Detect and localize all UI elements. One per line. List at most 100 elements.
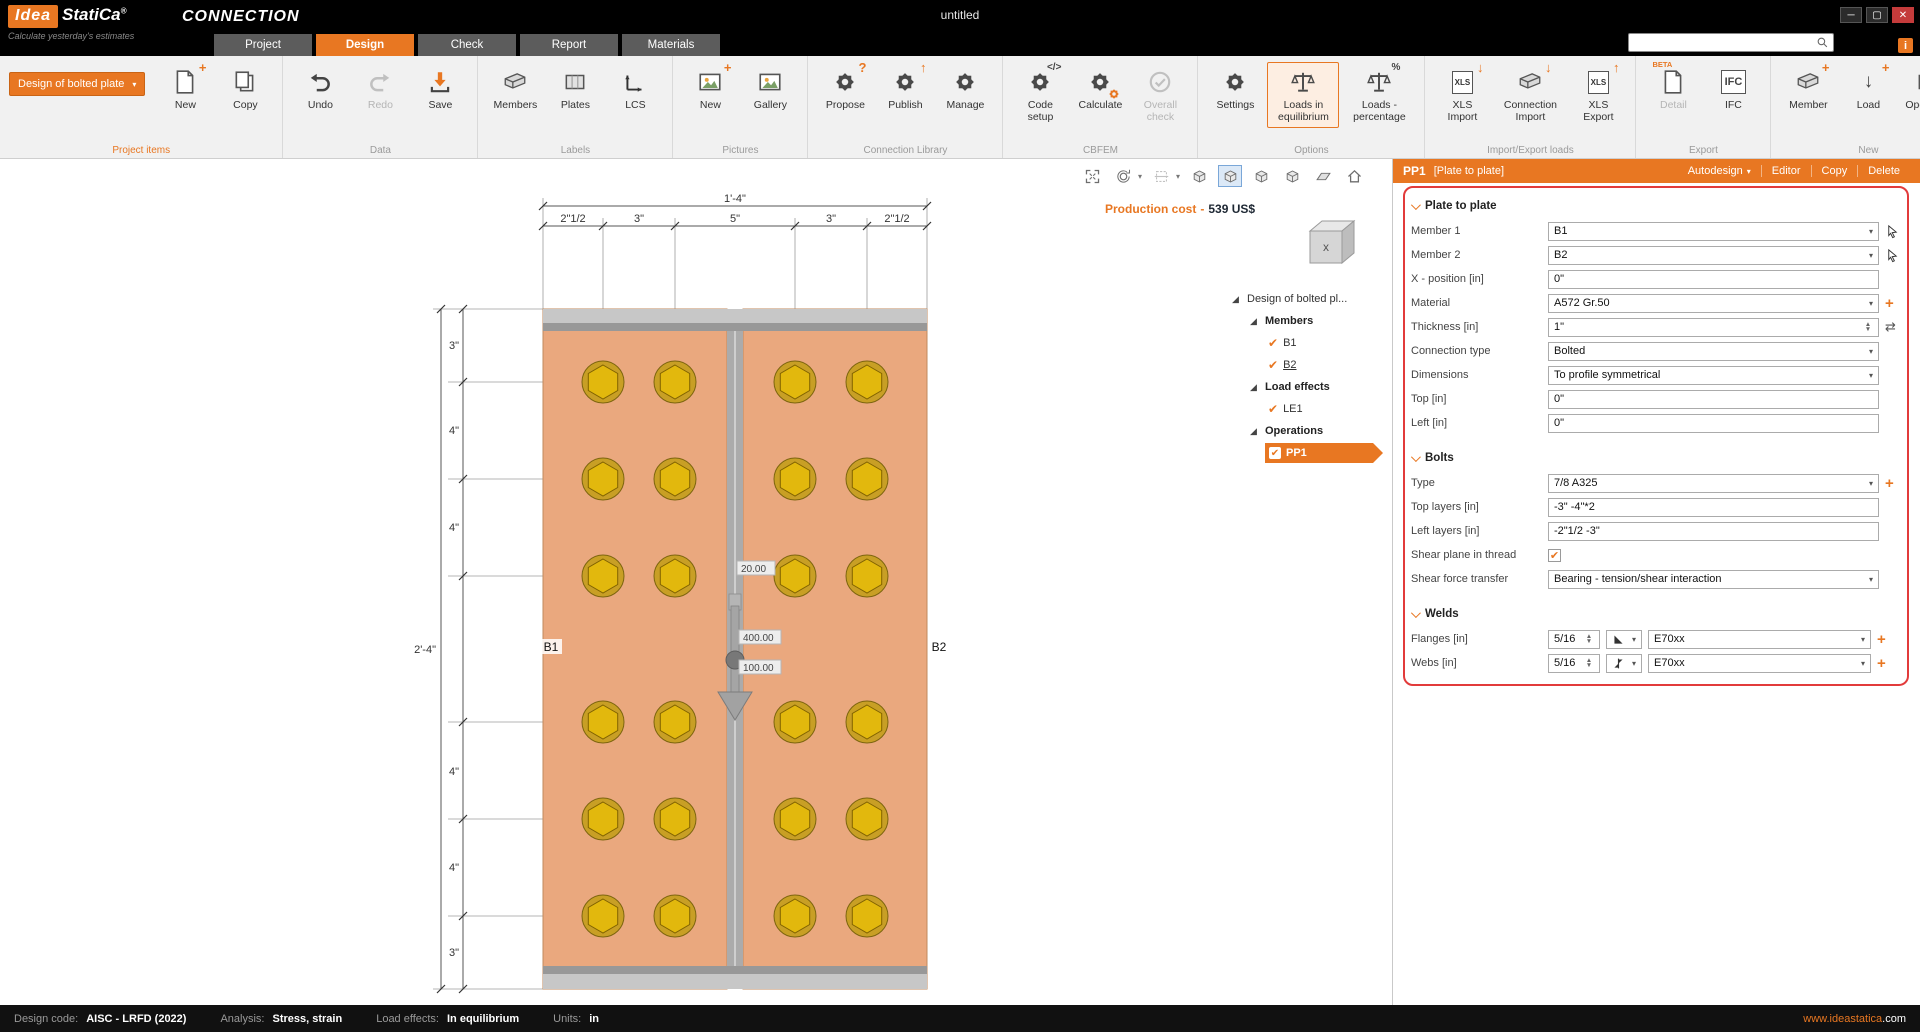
orbit-button[interactable] bbox=[1111, 165, 1135, 187]
flanges-weld-size-stepper[interactable]: 5/16 ▲▼ bbox=[1548, 630, 1600, 649]
tab-check[interactable]: Check bbox=[418, 34, 516, 56]
bolt[interactable] bbox=[582, 555, 624, 597]
loads-in-equilibrium-toggle[interactable]: Loads in equilibrium bbox=[1267, 62, 1339, 128]
check-icon[interactable]: ✔ bbox=[1268, 402, 1278, 416]
plate-right[interactable] bbox=[743, 309, 927, 989]
plate-left[interactable] bbox=[543, 309, 727, 989]
shear-plane-checkbox[interactable]: ✔ bbox=[1548, 549, 1561, 562]
add-weld-material-icon[interactable]: + bbox=[1877, 656, 1886, 671]
bolt[interactable] bbox=[774, 458, 816, 500]
bolt[interactable] bbox=[654, 361, 696, 403]
webs-weld-type-select[interactable]: ▾ bbox=[1606, 654, 1642, 673]
tab-materials[interactable]: Materials bbox=[622, 34, 720, 56]
connection-drawing[interactable]: 1'-4" 2"1/2 3" 5" 3" 2"1/2 2'-4" 3" 4" 4… bbox=[400, 190, 960, 995]
bolt[interactable] bbox=[582, 701, 624, 743]
loads-percentage-toggle[interactable]: % Loads - percentage bbox=[1343, 62, 1415, 128]
delete-operation-button[interactable]: Delete bbox=[1857, 165, 1910, 177]
bolt[interactable] bbox=[654, 895, 696, 937]
thickness-stepper[interactable]: 1" ▲▼ bbox=[1548, 318, 1879, 337]
expander-icon[interactable]: ◢ bbox=[1232, 294, 1242, 305]
new-operation-button[interactable]: + Operation bbox=[1900, 62, 1920, 117]
zoom-fit-button[interactable] bbox=[1080, 165, 1104, 187]
bolt[interactable] bbox=[654, 798, 696, 840]
add-weld-material-icon[interactable]: + bbox=[1877, 632, 1886, 647]
x-position-input[interactable]: 0" bbox=[1548, 270, 1879, 289]
new-load-button[interactable]: ↓+ Load bbox=[1840, 62, 1896, 117]
add-bolt-assembly-icon[interactable]: + bbox=[1885, 476, 1894, 491]
tree-item-b1[interactable]: ✔ B1 bbox=[1232, 332, 1390, 354]
shear-force-select[interactable]: Bearing - tension/shear interaction▾ bbox=[1548, 570, 1879, 589]
help-button[interactable]: i bbox=[1898, 38, 1913, 53]
calculate-button[interactable]: Calculate bbox=[1072, 62, 1128, 117]
bolt[interactable] bbox=[582, 361, 624, 403]
close-button[interactable]: ✕ bbox=[1892, 7, 1914, 23]
chevron-down-icon[interactable]: ▾ bbox=[1138, 172, 1142, 181]
bolt[interactable] bbox=[846, 458, 888, 500]
labels-members-button[interactable]: Members bbox=[487, 62, 543, 117]
expander-icon[interactable]: ◢ bbox=[1250, 316, 1260, 327]
tree-item-pp1[interactable]: ✔ PP1 bbox=[1232, 442, 1390, 464]
expander-icon[interactable]: ◢ bbox=[1250, 382, 1260, 393]
swap-thickness-icon[interactable]: ⇄ bbox=[1885, 319, 1896, 335]
website-link[interactable]: www.ideastatica.com bbox=[1803, 1013, 1906, 1025]
scheme-dropdown-button[interactable]: Design of bolted plate▾ bbox=[9, 72, 145, 96]
publish-button[interactable]: ↑ Publish bbox=[877, 62, 933, 117]
new-member-button[interactable]: + Member bbox=[1780, 62, 1836, 117]
settings-button[interactable]: Settings bbox=[1207, 62, 1263, 117]
home-view-button[interactable] bbox=[1342, 165, 1366, 187]
expander-icon[interactable]: ◢ bbox=[1250, 426, 1260, 437]
member2-select[interactable]: B2▾ bbox=[1548, 246, 1879, 265]
manage-button[interactable]: Manage bbox=[937, 62, 993, 117]
dimensions-select[interactable]: To profile symmetrical▾ bbox=[1548, 366, 1879, 385]
tree-group-operations[interactable]: ◢ Operations bbox=[1232, 420, 1390, 442]
ifc-export-button[interactable]: IFC IFC bbox=[1705, 62, 1761, 117]
webs-electrode-select[interactable]: E70xx▾ bbox=[1648, 654, 1871, 673]
editor-button[interactable]: Editor bbox=[1761, 165, 1811, 177]
webs-weld-size-stepper[interactable]: 5/16 ▲▼ bbox=[1548, 654, 1600, 673]
labels-lcs-button[interactable]: LCS bbox=[607, 62, 663, 117]
left-input[interactable]: 0" bbox=[1548, 414, 1879, 433]
section-welds[interactable]: Welds bbox=[1411, 605, 1459, 623]
stepper-arrows[interactable]: ▲▼ bbox=[1584, 658, 1594, 668]
autodesign-button[interactable]: Autodesign▾ bbox=[1678, 165, 1761, 177]
tree-root[interactable]: ◢ Design of bolted pl... bbox=[1232, 288, 1390, 310]
check-icon[interactable]: ✔ bbox=[1268, 336, 1278, 350]
propose-button[interactable]: ? Propose bbox=[817, 62, 873, 117]
bolt[interactable] bbox=[846, 555, 888, 597]
picture-new-button[interactable]: + New bbox=[682, 62, 738, 117]
section-bolts[interactable]: Bolts bbox=[1411, 449, 1454, 467]
section-plate-to-plate[interactable]: Plate to plate bbox=[1411, 197, 1497, 215]
bolt[interactable] bbox=[846, 798, 888, 840]
search-box[interactable] bbox=[1628, 33, 1834, 52]
member1-select[interactable]: B1▾ bbox=[1548, 222, 1879, 241]
bolt[interactable] bbox=[774, 361, 816, 403]
check-icon[interactable]: ✔ bbox=[1269, 447, 1281, 459]
bolt[interactable] bbox=[846, 895, 888, 937]
pp1-selected-banner[interactable]: ✔ PP1 bbox=[1265, 443, 1383, 463]
top-input[interactable]: 0" bbox=[1548, 390, 1879, 409]
workplane-button[interactable] bbox=[1311, 165, 1335, 187]
copy-item-button[interactable]: Copy bbox=[217, 62, 273, 117]
bolt[interactable] bbox=[582, 895, 624, 937]
member-picker-icon[interactable] bbox=[1885, 248, 1900, 263]
flanges-electrode-select[interactable]: E70xx▾ bbox=[1648, 630, 1871, 649]
bolt[interactable] bbox=[654, 555, 696, 597]
bolt[interactable] bbox=[654, 458, 696, 500]
bolt[interactable] bbox=[582, 458, 624, 500]
flanges-weld-type-select[interactable]: ▾ bbox=[1606, 630, 1642, 649]
connection-type-select[interactable]: Bolted▾ bbox=[1548, 342, 1879, 361]
tab-project[interactable]: Project bbox=[214, 34, 312, 56]
view-shaded-button[interactable] bbox=[1249, 165, 1273, 187]
picture-gallery-button[interactable]: Gallery bbox=[742, 62, 798, 117]
connection-import-button[interactable]: ↓ Connection Import bbox=[1494, 62, 1566, 128]
code-setup-button[interactable]: </> Code setup bbox=[1012, 62, 1068, 128]
view-front-button[interactable] bbox=[1187, 165, 1211, 187]
tree-item-b2[interactable]: ✔ B2 bbox=[1232, 354, 1390, 376]
view-iso-button[interactable] bbox=[1218, 165, 1242, 187]
left-layers-input[interactable]: -2"1/2 -3" bbox=[1548, 522, 1879, 541]
copy-operation-button[interactable]: Copy bbox=[1811, 165, 1858, 177]
top-layers-input[interactable]: -3" -4"*2 bbox=[1548, 498, 1879, 517]
undo-button[interactable]: Undo bbox=[292, 62, 348, 117]
view-solid-button[interactable] bbox=[1280, 165, 1304, 187]
minimize-button[interactable]: ─ bbox=[1840, 7, 1862, 23]
